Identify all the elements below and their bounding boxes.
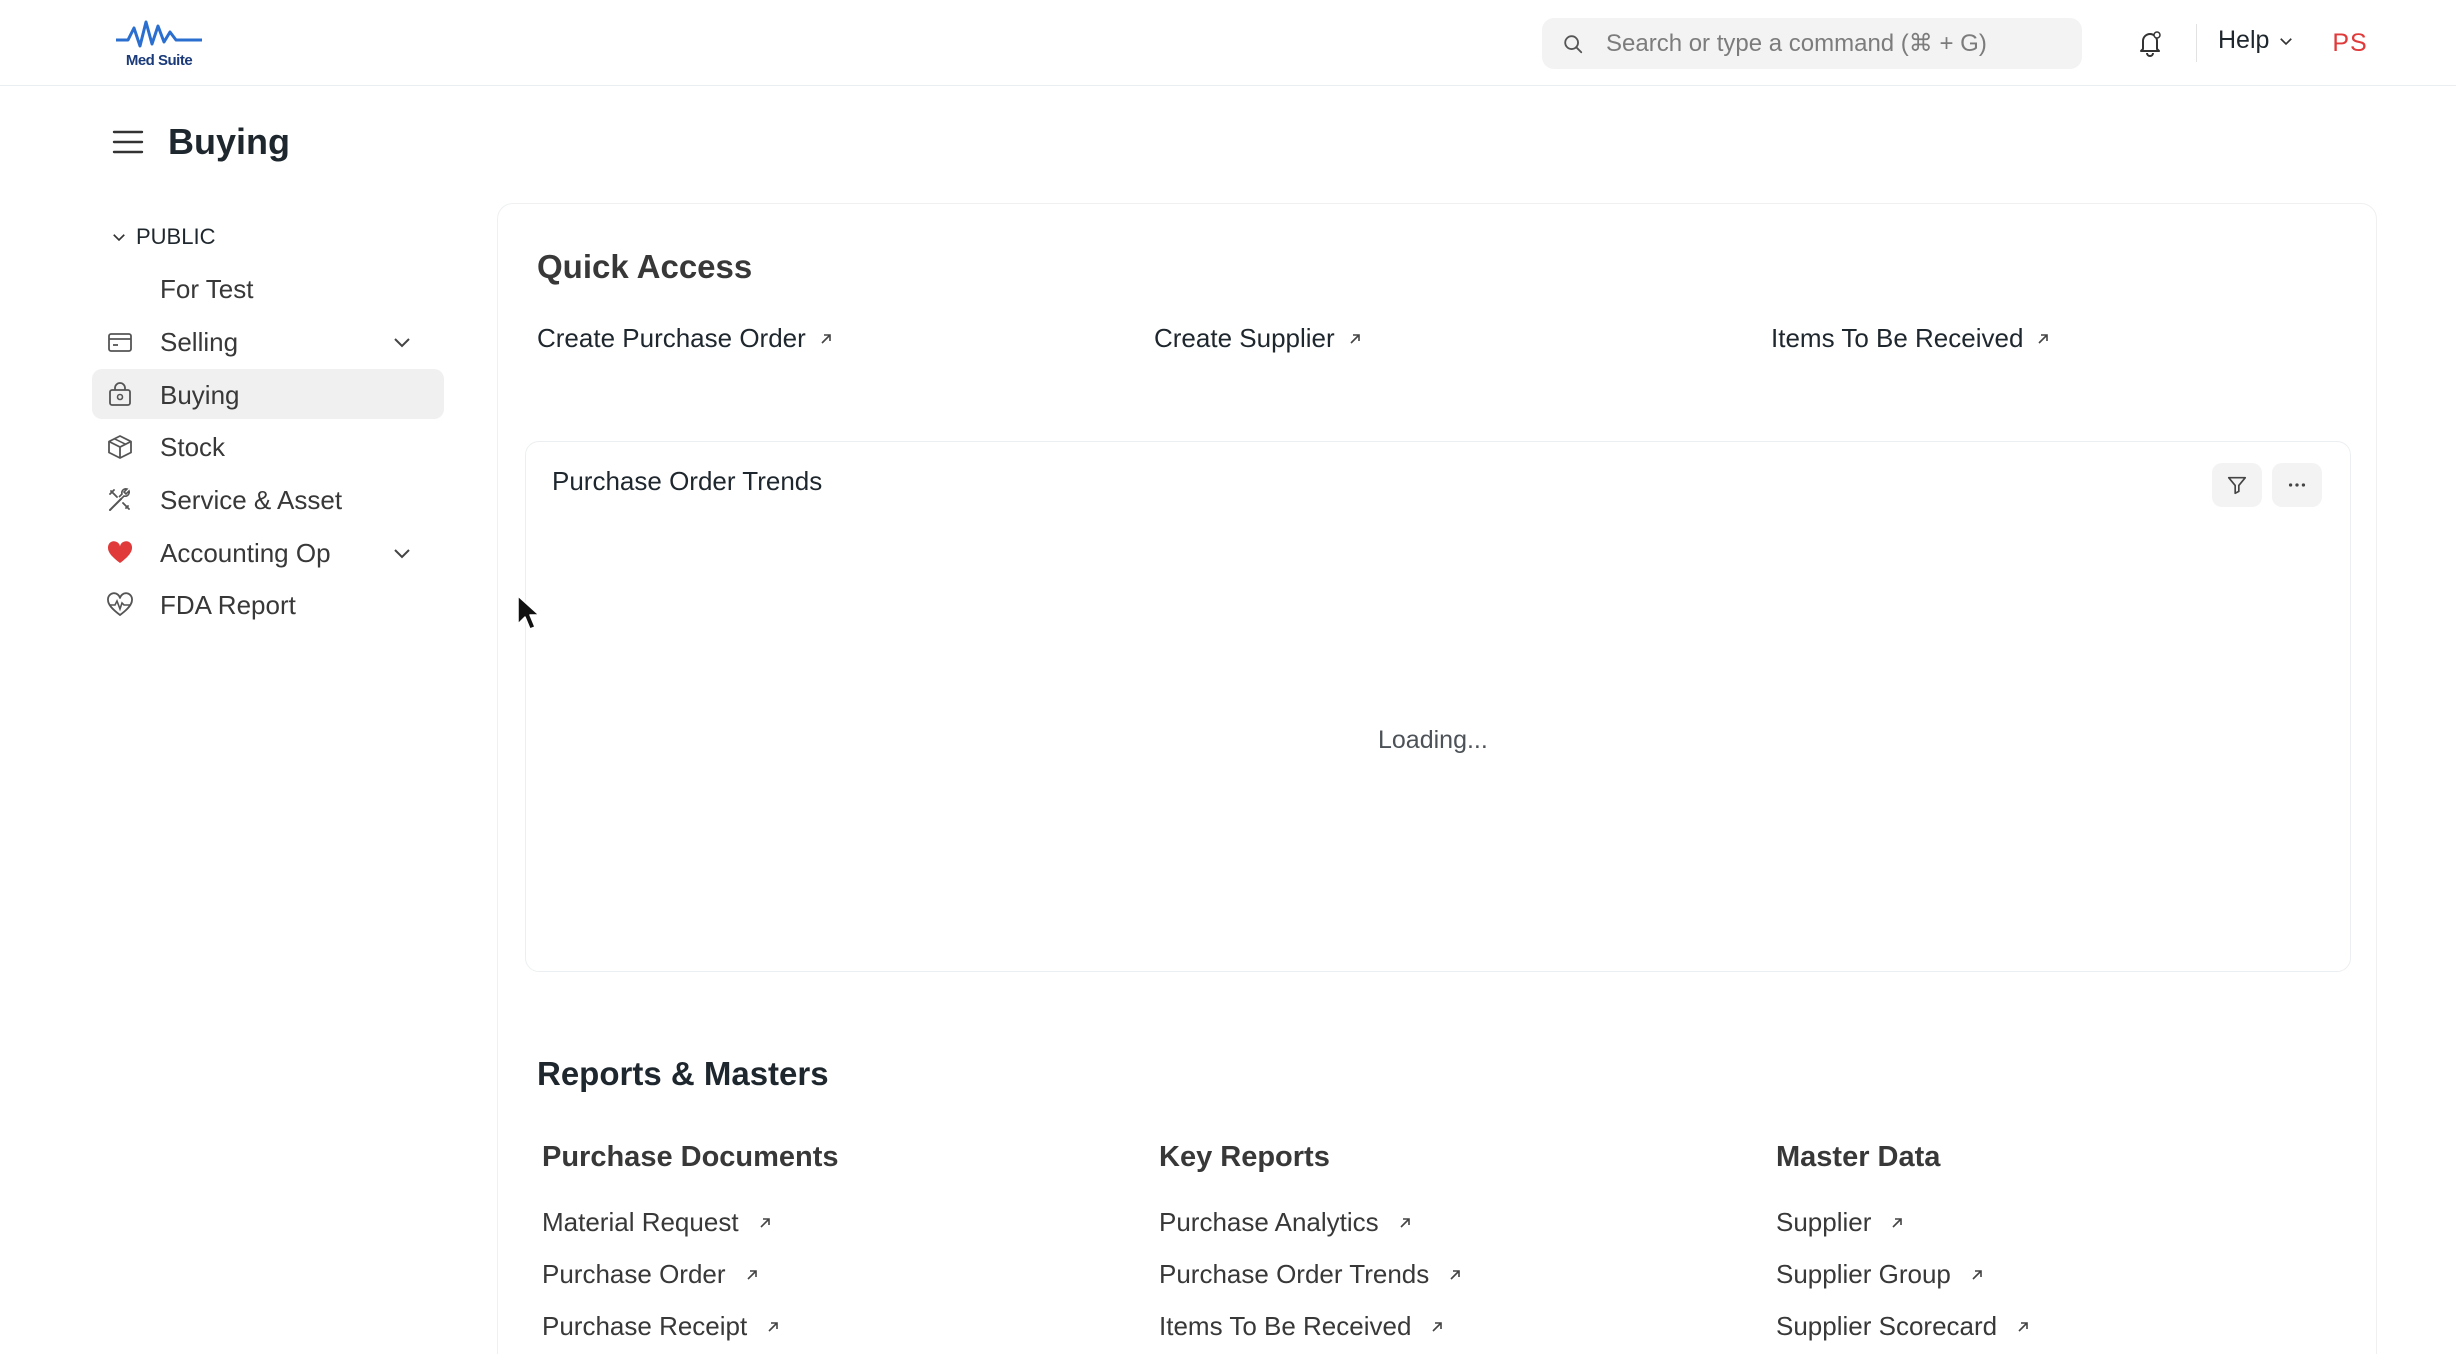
shortcut-label: Create Purchase Order <box>537 323 806 353</box>
link-purchase-order[interactable]: Purchase Order <box>542 1259 760 1290</box>
sidebar-item-for-test[interactable]: For Test <box>92 263 444 313</box>
shortcut-label: Items To Be Received <box>1771 323 2024 353</box>
link-supplier-scorecard[interactable]: Supplier Scorecard <box>1776 1311 2031 1342</box>
card-heading-master-data: Master Data <box>1776 1141 1941 1173</box>
link-label: Purchase Order Trends <box>1159 1259 1430 1289</box>
wallet-icon <box>108 333 132 352</box>
arrow-up-right-icon <box>2038 333 2049 344</box>
arrow-up-right-icon <box>1432 1321 1443 1332</box>
sidebar-item-label: Selling <box>160 327 239 357</box>
link-label: Purchase Analytics <box>1159 1207 1379 1237</box>
med-suite-logo[interactable]: Med Suite <box>114 18 204 70</box>
sidebar-item-service-asset[interactable]: Service & Asset <box>92 474 444 524</box>
arrow-up-right-icon <box>1450 1269 1461 1280</box>
link-purchase-analytics[interactable]: Purchase Analytics <box>1159 1207 1413 1238</box>
link-supplier-group[interactable]: Supplier Group <box>1776 1259 1985 1290</box>
user-avatar[interactable]: PS <box>2324 20 2376 66</box>
navbar-divider <box>2196 24 2197 62</box>
arrow-up-right-icon <box>759 1217 770 1228</box>
heart-pulse-icon <box>107 592 133 617</box>
logo-mark-icon <box>116 20 202 48</box>
mouse-cursor-icon <box>517 595 540 630</box>
chevron-down-icon <box>2280 37 2293 45</box>
arrow-up-right-icon <box>768 1321 779 1332</box>
arrow-up-right-icon <box>746 1269 757 1280</box>
link-purchase-receipt[interactable]: Purchase Receipt <box>542 1311 781 1342</box>
navbar: Med Suite Help PS <box>0 0 2456 86</box>
sidebar-item-accounting-op[interactable]: Accounting Op <box>92 527 444 577</box>
sidebar-item-selling[interactable]: Selling <box>92 316 444 366</box>
link-items-to-be-received[interactable]: Items To Be Received <box>1159 1311 1445 1342</box>
link-label: Supplier <box>1776 1207 1872 1237</box>
chevron-down-icon[interactable] <box>390 541 414 565</box>
link-label: Purchase Receipt <box>542 1311 748 1341</box>
link-label: Material Request <box>542 1207 739 1237</box>
arrow-up-right-icon <box>2018 1321 2028 1332</box>
heart-icon <box>107 541 133 563</box>
arrow-up-right-icon <box>1400 1217 1410 1228</box>
arrow-up-right-icon <box>1892 1217 1903 1228</box>
tools-icon <box>109 488 130 511</box>
link-label: Items To Be Received <box>1159 1311 1412 1341</box>
card-heading-purchase-documents: Purchase Documents <box>542 1141 839 1173</box>
shortcut-create-purchase-order[interactable]: Create Purchase Order <box>537 323 834 354</box>
hamburger-menu-icon[interactable] <box>108 122 148 162</box>
sidebar-item-label: For Test <box>160 274 254 304</box>
shortcut-items-to-be-received[interactable]: Items To Be Received <box>1771 323 2051 354</box>
bag-icon <box>109 382 131 406</box>
chart-card <box>525 441 2351 972</box>
sidebar-section-public[interactable]: PUBLIC <box>110 224 215 250</box>
sidebar-item-label: Stock <box>160 432 226 462</box>
chevron-down-icon[interactable] <box>390 330 414 354</box>
arrow-up-right-icon <box>1972 1269 1982 1280</box>
search-bar[interactable] <box>1542 18 2082 69</box>
chart-loading-text: Loading... <box>1378 726 1488 754</box>
link-label: Supplier Scorecard <box>1776 1311 1998 1341</box>
chevron-down-icon <box>113 234 125 242</box>
link-purchase-order-trends[interactable]: Purchase Order Trends <box>1159 1259 1463 1290</box>
sidebar-item-label: Buying <box>160 380 240 410</box>
search-icon <box>1564 35 1583 54</box>
sidebar-item-stock[interactable]: Stock <box>92 421 444 471</box>
help-dropdown[interactable]: Help <box>2218 26 2295 55</box>
quick-access-title: Quick Access <box>537 248 753 285</box>
arrow-up-right-icon <box>821 333 831 344</box>
chart-more-button[interactable] <box>2272 463 2322 507</box>
shortcut-create-supplier[interactable]: Create Supplier <box>1154 323 1363 354</box>
link-material-request[interactable]: Material Request <box>542 1207 773 1238</box>
sidebar-section-label: PUBLIC <box>136 224 216 249</box>
link-label: Supplier Group <box>1776 1259 1951 1289</box>
card-heading-key-reports: Key Reports <box>1159 1141 1330 1173</box>
page-header: Buying <box>108 112 290 172</box>
sidebar-item-label: Accounting Op <box>160 538 331 568</box>
search-input[interactable] <box>1606 18 2066 69</box>
arrow-up-right-icon <box>1350 333 1360 344</box>
more-options-icon <box>2288 483 2306 487</box>
chart-filter-button[interactable] <box>2212 463 2262 507</box>
sidebar-item-label: Service & Asset <box>160 485 343 515</box>
box-icon <box>108 435 132 459</box>
filter-icon <box>2227 476 2247 495</box>
link-supplier[interactable]: Supplier <box>1776 1207 1905 1238</box>
shortcut-label: Create Supplier <box>1154 323 1335 353</box>
sidebar-item-label: FDA Report <box>160 590 296 620</box>
chart-title: Purchase Order Trends <box>552 466 823 496</box>
sidebar-item-fda-report[interactable]: FDA Report <box>92 579 444 629</box>
notification-bell-icon[interactable] <box>2134 27 2166 59</box>
page-title: Buying <box>168 121 290 162</box>
link-label: Purchase Order <box>542 1259 726 1289</box>
logo-text: Med Suite <box>125 52 193 69</box>
help-label: Help <box>2218 26 2270 54</box>
reports-masters-title: Reports & Masters <box>537 1055 829 1092</box>
sidebar-item-buying[interactable]: Buying <box>92 369 444 419</box>
